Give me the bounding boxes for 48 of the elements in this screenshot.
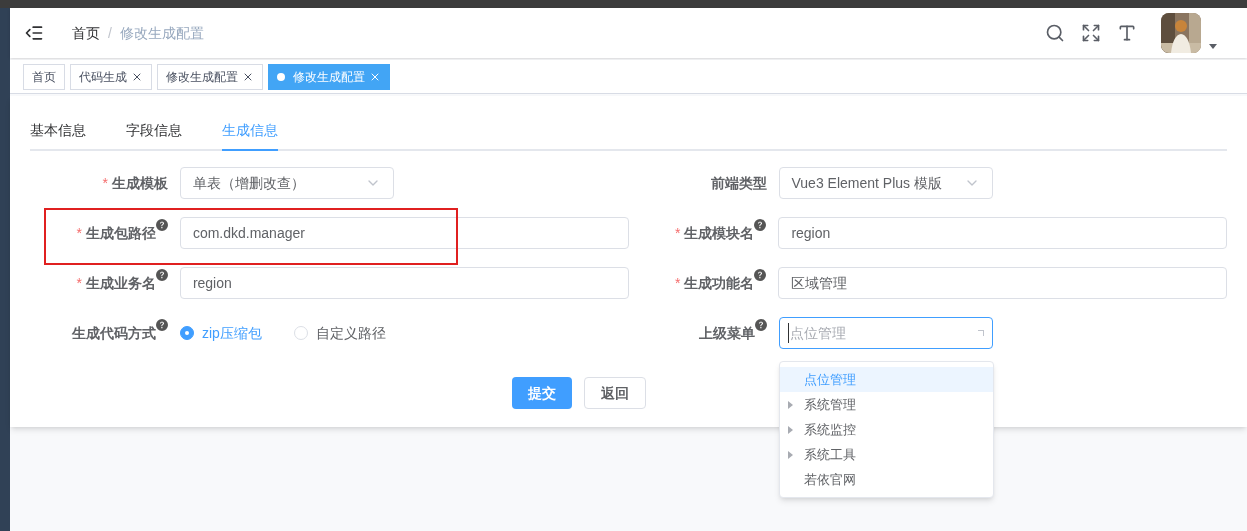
tag-tab[interactable]: 代码生成 [70, 63, 152, 90]
expand-arrow-icon [787, 425, 793, 434]
required-mark: * [76, 274, 82, 293]
caret-icon[interactable] [1209, 44, 1217, 49]
field-label: 上级菜单 [698, 324, 755, 343]
required-mark: * [674, 224, 681, 243]
expand-arrow-icon [787, 400, 793, 409]
fullscreen-icon[interactable] [1081, 23, 1101, 43]
form-tab[interactable]: 基本信息 [30, 116, 86, 151]
help-icon[interactable] [754, 269, 767, 281]
field-label: 生成包路径 [85, 224, 156, 243]
field-label: 前端类型 [710, 174, 767, 193]
required-mark: * [76, 224, 82, 243]
menu-item[interactable]: 系统管理 [779, 392, 993, 417]
menu-item[interactable]: 若依官网 [779, 467, 993, 492]
corner-icon [977, 330, 984, 336]
help-icon[interactable] [156, 319, 168, 331]
help-icon[interactable] [155, 269, 168, 281]
field-label: 生成功能名 [684, 274, 755, 293]
text-field[interactable]: region [179, 267, 629, 299]
breadcrumb-separator: / [108, 24, 112, 43]
tag-tab[interactable]: 修改生成配置 [157, 63, 263, 90]
text-size-icon[interactable] [1117, 23, 1137, 43]
text-field[interactable]: region [778, 217, 1227, 249]
expand-arrow-icon [787, 450, 793, 459]
field-label: 生成业务名 [85, 274, 156, 293]
select-field[interactable]: Vue3 Element Plus 模版 [778, 167, 993, 199]
text-field[interactable]: 区域管理 [778, 267, 1227, 299]
help-icon[interactable] [754, 219, 767, 231]
help-icon[interactable] [155, 219, 168, 231]
radio-option[interactable]: 自定义路径 [293, 323, 386, 343]
field-label: 生成代码方式 [72, 324, 156, 343]
breadcrumb-link[interactable]: 首页 [72, 23, 100, 43]
search-icon[interactable] [1045, 23, 1065, 43]
menu-item[interactable]: 系统工具 [779, 442, 993, 467]
required-mark: * [102, 174, 108, 193]
breadcrumb-current: 修改生成配置 [119, 24, 204, 43]
menu-item[interactable]: 系统监控 [779, 417, 993, 442]
tag-tab[interactable]: 首页 [23, 63, 65, 90]
required-mark: * [674, 274, 681, 293]
help-icon[interactable] [754, 319, 767, 331]
form-tab[interactable]: 字段信息 [126, 116, 182, 151]
menu-icon[interactable] [24, 23, 44, 43]
field-label: 生成模板 [112, 174, 168, 193]
back-button[interactable]: 返回 [584, 377, 646, 409]
field-label: 生成模块名 [684, 224, 755, 243]
text-field[interactable]: com.dkd.manager [179, 217, 629, 249]
select-field[interactable]: 单表（增删改查） [180, 167, 394, 199]
